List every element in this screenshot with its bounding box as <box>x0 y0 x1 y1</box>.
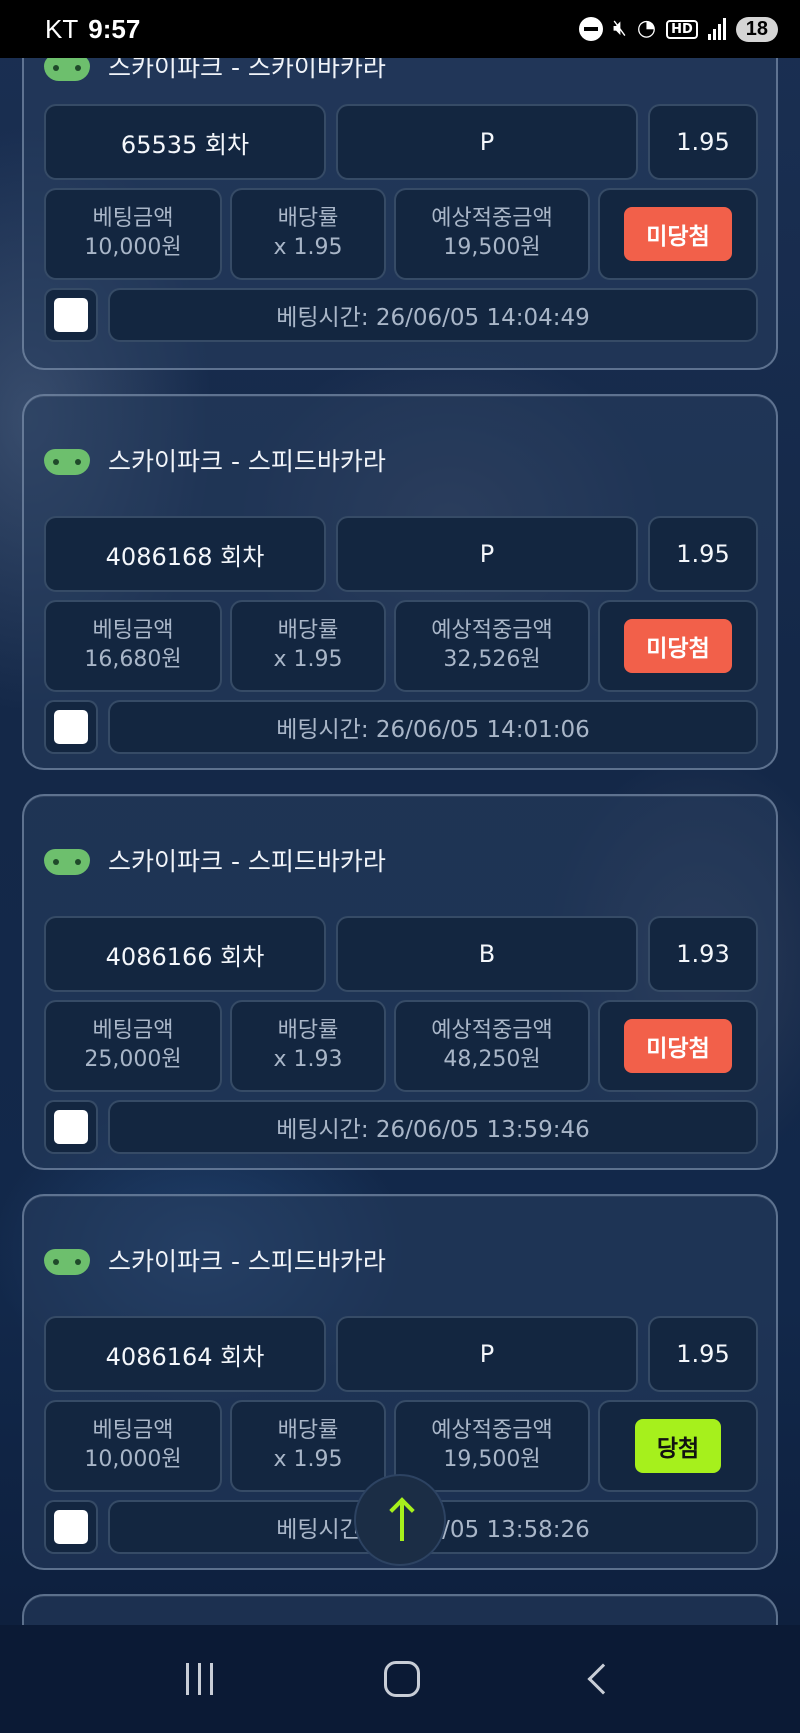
status-bar: KT 9:57 🔇︎ ◔ HD 18 <box>0 0 800 58</box>
bet-time-cell: 베팅시간: 26/06/05 13:59:46 <box>108 1100 758 1154</box>
odds-cell: 배당률 x 1.95 <box>230 1400 386 1492</box>
result-cell: 당첨 <box>598 1400 758 1492</box>
bet-time-cell: 베팅시간: 26/06/05 14:04:49 <box>108 288 758 342</box>
bet-amount-cell: 베팅금액 10,000원 <box>44 1400 222 1492</box>
game-title: 스카이파크 - 스피드바카라 <box>108 1247 386 1276</box>
result-cell: 미당첨 <box>598 600 758 692</box>
round-cell: 4086168 회차 <box>44 516 326 592</box>
result-badge: 미당첨 <box>624 1019 732 1073</box>
card-header: 스카이파크 - 스피드바카라 <box>44 842 386 878</box>
bet-card <box>22 1594 778 1625</box>
card-header: 스카이파크 - 스피드바카라 <box>44 442 386 478</box>
expected-win-cell: 예상적중금액 32,526원 <box>394 600 590 692</box>
odds-cell: 배당률 x 1.95 <box>230 188 386 280</box>
rate-cell: 1.95 <box>648 516 758 592</box>
pick-cell: B <box>336 916 638 992</box>
expected-win-cell: 예상적중금액 48,250원 <box>394 1000 590 1092</box>
wifi-icon: ◔ <box>636 16 657 41</box>
status-time: 9:57 <box>88 13 141 44</box>
result-badge: 미당첨 <box>624 207 732 261</box>
odds-cell: 배당률 x 1.95 <box>230 600 386 692</box>
expected-win-cell: 예상적중금액 19,500원 <box>394 1400 590 1492</box>
pick-cell: P <box>336 104 638 180</box>
hd-voice-icon: HD <box>666 19 698 39</box>
odds-cell: 배당률 x 1.93 <box>230 1000 386 1092</box>
select-checkbox[interactable] <box>44 1500 98 1554</box>
back-button[interactable] <box>587 1663 619 1695</box>
result-badge: 당첨 <box>634 1419 722 1473</box>
do-not-disturb-icon <box>579 17 603 41</box>
select-checkbox[interactable] <box>44 1100 98 1154</box>
bet-amount-cell: 베팅금액 16,680원 <box>44 600 222 692</box>
pick-cell: P <box>336 516 638 592</box>
result-cell: 미당첨 <box>598 1000 758 1092</box>
pick-cell: P <box>336 1316 638 1392</box>
signal-icon <box>707 18 726 40</box>
bet-history-list[interactable]: 스카이파크 - 스카이바카라 65535 회차 P 1.95 베팅금액 10,00… <box>0 0 800 1625</box>
rate-cell: 1.95 <box>648 104 758 180</box>
battery-icon: 18 <box>735 16 778 42</box>
select-checkbox[interactable] <box>44 288 98 342</box>
result-badge: 미당첨 <box>624 619 732 673</box>
game-title: 스카이파크 - 스피드바카라 <box>108 447 386 476</box>
expected-win-cell: 예상적중금액 19,500원 <box>394 188 590 280</box>
home-button[interactable] <box>384 1661 421 1697</box>
round-cell: 4086166 회차 <box>44 916 326 992</box>
mute-icon: 🔇︎ <box>613 16 627 41</box>
rate-cell: 1.93 <box>648 916 758 992</box>
scroll-to-top-button[interactable] <box>354 1474 446 1566</box>
select-checkbox[interactable] <box>44 700 98 754</box>
game-title: 스카이파크 - 스피드바카라 <box>108 847 386 876</box>
round-cell: 65535 회차 <box>44 104 326 180</box>
rate-cell: 1.95 <box>648 1316 758 1392</box>
card-header: 스카이파크 - 스피드바카라 <box>44 1242 386 1278</box>
system-navigation-bar <box>0 1625 800 1733</box>
status-icons: 🔇︎ ◔ HD 18 <box>579 16 778 42</box>
bet-amount-cell: 베팅금액 25,000원 <box>44 1000 222 1092</box>
bet-card: 스카이파크 - 스피드바카라 4086166 회차 B 1.93 베팅금액 25,… <box>22 794 778 1170</box>
bet-card: 스카이파크 - 스피드바카라 4086168 회차 P 1.95 베팅금액 16,… <box>22 394 778 770</box>
recent-apps-button[interactable] <box>185 1663 213 1695</box>
gamepad-icon <box>44 445 90 475</box>
bet-time-cell: 베팅시간: 26/06/05 14:01:06 <box>108 700 758 754</box>
carrier-name: KT <box>45 13 79 44</box>
bet-amount-cell: 베팅금액 10,000원 <box>44 188 222 280</box>
gamepad-icon <box>44 1245 90 1275</box>
result-cell: 미당첨 <box>598 188 758 280</box>
round-cell: 4086164 회차 <box>44 1316 326 1392</box>
gamepad-icon <box>44 845 90 875</box>
